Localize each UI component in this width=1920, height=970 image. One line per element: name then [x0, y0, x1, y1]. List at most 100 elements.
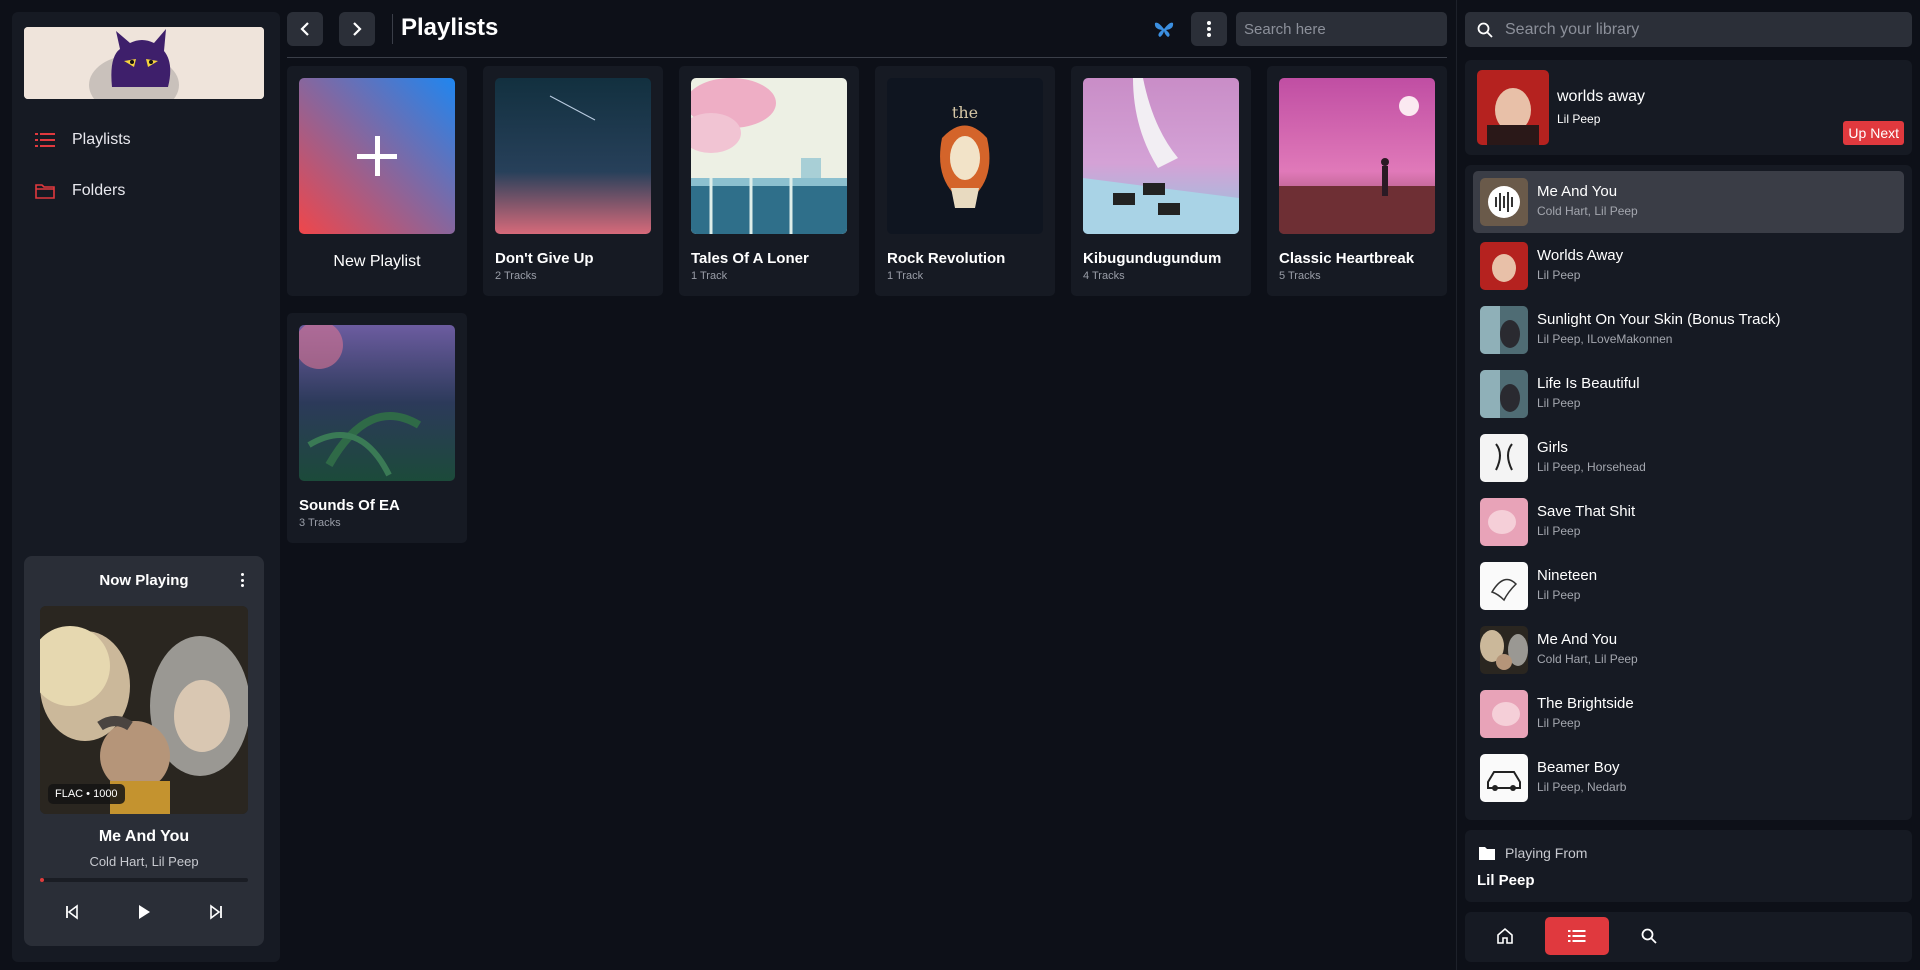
playlist-card[interactable]: Classic Heartbreak 5 Tracks [1267, 66, 1447, 296]
playing-from-label: Playing From [1505, 845, 1588, 861]
search-icon [1477, 22, 1493, 38]
up-next-button[interactable]: Up Next [1843, 121, 1904, 145]
play-button[interactable] [128, 896, 160, 928]
queue-item[interactable]: Girls Lil Peep, Horsehead [1473, 427, 1904, 489]
playlist-art [299, 325, 455, 481]
sidebar-item-playlists[interactable]: Playlists [34, 125, 264, 155]
current-track-card[interactable]: worlds away Lil Peep Up Next [1465, 60, 1912, 155]
library-search-input[interactable] [1505, 12, 1905, 47]
now-playing-card: Now Playing FLAC • 1000 Me And You Cold … [24, 556, 264, 946]
app-logo[interactable] [24, 27, 264, 99]
queue-item[interactable]: Nineteen Lil Peep [1473, 555, 1904, 617]
queue-item-artist: Lil Peep [1537, 524, 1581, 538]
sidebar-item-label: Playlists [72, 131, 131, 148]
track-art [1480, 690, 1528, 738]
queue-item-artist: Lil Peep, ILoveMakonnen [1537, 332, 1673, 346]
progress-bar[interactable] [40, 878, 248, 882]
playlist-name: Tales Of A Loner [691, 250, 809, 267]
previous-button[interactable] [56, 896, 88, 928]
chevron-left-icon [300, 22, 309, 36]
queue-item-artist: Lil Peep [1537, 396, 1581, 410]
queue-item[interactable]: Save That Shit Lil Peep [1473, 491, 1904, 553]
next-button[interactable] [200, 896, 232, 928]
track-art [1480, 754, 1528, 802]
progress-fill [40, 878, 45, 882]
sidebar: Playlists Folders Now Playing FLAC • 100… [12, 12, 280, 962]
playlist-card[interactable]: the Rock Revolution 1 Track [875, 66, 1055, 296]
skip-next-icon [210, 904, 222, 920]
playlist-card[interactable]: Sounds Of EA 3 Tracks [287, 313, 467, 543]
queue-list: Me And You Cold Hart, Lil Peep Worlds Aw… [1465, 165, 1912, 820]
queue-item[interactable]: Sunlight On Your Skin (Bonus Track) Lil … [1473, 299, 1904, 361]
list-icon [1568, 930, 1586, 942]
app-window: Playlists Folders Now Playing FLAC • 100… [0, 0, 1920, 970]
queue-item[interactable]: Beamer Boy Lil Peep, Nedarb [1473, 747, 1904, 809]
more-vertical-icon [1207, 21, 1211, 37]
queue-item-title: The Brightside [1537, 695, 1634, 712]
more-vertical-icon[interactable] [236, 570, 248, 590]
more-options-button[interactable] [1191, 12, 1227, 46]
queue-item[interactable]: Me And You Cold Hart, Lil Peep [1473, 171, 1904, 233]
search-button[interactable] [1617, 917, 1681, 955]
queue-item-artist: Lil Peep [1537, 268, 1581, 282]
playlist-card[interactable]: Kibugundugundum 4 Tracks [1071, 66, 1251, 296]
queue-item-title: Girls [1537, 439, 1568, 456]
track-art [1480, 306, 1528, 354]
queue-item-artist: Lil Peep, Nedarb [1537, 780, 1627, 794]
new-playlist-card[interactable]: New Playlist [287, 66, 467, 296]
header-divider [287, 57, 1447, 58]
playlist-track-count: 1 Track [691, 270, 728, 282]
track-art [1480, 178, 1528, 226]
sidebar-item-folders[interactable]: Folders [34, 176, 264, 206]
audio-quality-badge: FLAC • 1000 [48, 784, 125, 804]
queue-item[interactable]: Worlds Away Lil Peep [1473, 235, 1904, 297]
queue-item[interactable]: The Brightside Lil Peep [1473, 683, 1904, 745]
folder-icon [1479, 847, 1495, 860]
sidebar-item-label: Folders [72, 182, 126, 199]
queue-item[interactable]: Me And You Cold Hart, Lil Peep [1473, 619, 1904, 681]
playlist-card[interactable]: Don't Give Up 2 Tracks [483, 66, 663, 296]
queue-item-artist: Cold Hart, Lil Peep [1537, 204, 1638, 218]
search-input[interactable] [1236, 12, 1447, 46]
playlist-art [1083, 78, 1239, 234]
playlist-track-count: 3 Tracks [299, 517, 341, 529]
now-playing-song: Me And You [98, 828, 190, 845]
home-button[interactable] [1473, 917, 1537, 955]
queue-item-artist: Lil Peep [1537, 588, 1581, 602]
playing-from-card[interactable]: Playing From Lil Peep [1465, 830, 1912, 902]
queue-item-artist: Lil Peep, Horsehead [1537, 460, 1646, 474]
playlist-art [495, 78, 651, 234]
playing-from-value: Lil Peep [1477, 872, 1535, 889]
forward-button[interactable] [339, 12, 375, 46]
playlist-art [1279, 78, 1435, 234]
search-icon [1641, 928, 1657, 944]
queue-item-title: Worlds Away [1537, 247, 1624, 264]
playlist-name: New Playlist [333, 253, 421, 270]
skip-previous-icon [66, 904, 78, 920]
queue-item-title: Nineteen [1537, 567, 1598, 584]
queue-item[interactable]: Life Is Beautiful Lil Peep [1473, 363, 1904, 425]
queue-item-title: Me And You [1537, 631, 1618, 648]
list-icon [34, 131, 56, 149]
now-playing-title: Now Playing [99, 572, 189, 589]
butterfly-icon[interactable] [1154, 19, 1174, 39]
current-track-title: worlds away [1557, 88, 1646, 105]
queue-item-title: Save That Shit [1537, 503, 1636, 520]
playlist-track-count: 2 Tracks [495, 270, 537, 282]
track-art [1480, 242, 1528, 290]
track-art [1480, 498, 1528, 546]
queue-item-artist: Lil Peep [1537, 716, 1581, 730]
home-icon [1497, 927, 1513, 944]
playlist-track-count: 1 Track [887, 270, 924, 282]
queue-item-title: Sunlight On Your Skin (Bonus Track) [1537, 311, 1781, 328]
divider [392, 14, 393, 44]
back-button[interactable] [287, 12, 323, 46]
track-art [1480, 434, 1528, 482]
playlist-track-count: 4 Tracks [1083, 270, 1125, 282]
playlist-card[interactable]: Tales Of A Loner 1 Track [679, 66, 859, 296]
playlist-name: Classic Heartbreak [1279, 250, 1415, 267]
queue-button[interactable] [1545, 917, 1609, 955]
current-track-artist: Lil Peep [1557, 112, 1601, 126]
album-art[interactable]: FLAC • 1000 [40, 606, 248, 814]
panel-divider [1456, 0, 1457, 970]
